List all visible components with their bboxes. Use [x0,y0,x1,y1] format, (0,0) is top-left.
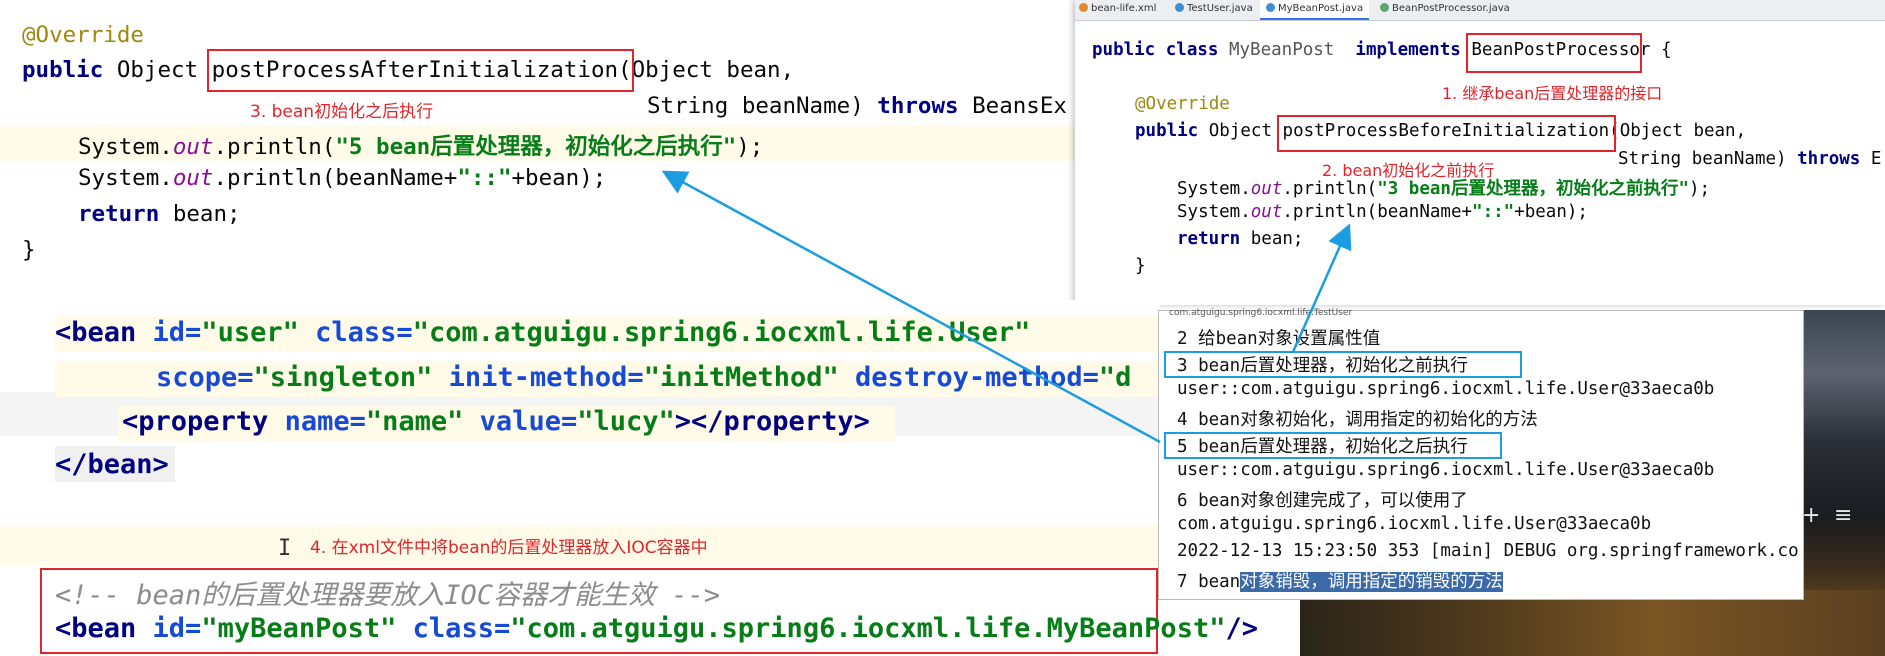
xml-file-icon [1079,3,1088,12]
text-cursor-icon: I [278,536,292,561]
tab-mybeanpost-java[interactable]: MyBeanPost.java [1260,0,1370,20]
java-class-icon [1266,3,1275,12]
java-editor-before: bean-life.xml TestUser.java MyBeanPost.j… [1075,0,1885,305]
xml-editor: <bean id="user" class="com.atguigu.sprin… [0,300,1258,656]
note-register-ioc: 4. 在xml文件中将bean的后置处理器放入IOC容器中 [310,538,708,558]
console-line: 7 bean对象销毁，调用指定的销毁的方法 [1177,572,1503,592]
xml-comment[interactable]: <!-- bean的后置处理器要放入IOC容器才能生效 --> [55,573,720,612]
code-line-println-1[interactable]: System.out.println("3 bean后置处理器，初始化之前执行"… [1177,175,1710,200]
editor-tab-bar: bean-life.xml TestUser.java MyBeanPost.j… [1075,0,1885,21]
interface-highlight-box [1466,33,1642,73]
method-declaration-cont: String beanName) throws BeansEx [647,93,1067,119]
before-init-highlight-box [1164,351,1522,378]
console-line: 6 bean对象创建完成了，可以使用了 [1177,491,1468,511]
method-name-highlight-box [1277,115,1616,152]
xml-line-bean-attrs[interactable]: scope="singleton" init-method="initMetho… [156,362,1131,393]
add-icon[interactable]: + [1802,503,1820,528]
console-line: com.atguigu.spring6.iocxml.life.User@33a… [1177,514,1652,534]
menu-icon[interactable]: ≡ [1834,503,1852,528]
console-line: user::com.atguigu.spring6.iocxml.life.Us… [1177,460,1715,480]
note-after-init: 3. bean初始化之后执行 [250,102,434,122]
xml-line-property[interactable]: <property name="name" value="lucy"></pro… [122,406,870,437]
tab-testuser-java[interactable]: TestUser.java [1175,3,1253,14]
java-editor-after: @Override public Object postProcessAfter… [0,0,1075,300]
method-declaration-cont: String beanName) throws E [1618,149,1882,169]
console-line: 4 bean对象初始化，调用指定的初始化的方法 [1177,410,1538,430]
console-line: user::com.atguigu.spring6.iocxml.life.Us… [1177,379,1715,399]
xml-line-bean-close[interactable]: </bean> [55,449,169,480]
console-title: com.atguigu.spring6.iocxml.life.TestUser [1169,308,1353,318]
after-init-highlight-box [1164,432,1502,459]
run-console[interactable]: com.atguigu.spring6.iocxml.life.TestUser… [1158,308,1804,600]
code-line-return[interactable]: return bean; [1177,229,1303,249]
xml-line-bean-mybeanpost[interactable]: <bean id="myBeanPost" class="com.atguigu… [55,613,1258,644]
closing-brace: } [1135,256,1146,276]
code-line-println-2[interactable]: System.out.println(beanName+"::"+bean); [1177,202,1588,222]
closing-brace: } [22,237,36,263]
interface-icon [1380,3,1389,12]
console-line: 2 给bean对象设置属性值 [1177,329,1381,349]
note-interface: 1. 继承bean后置处理器的接口 [1442,84,1663,103]
tab-beanpostprocessor-java[interactable]: BeanPostProcessor.java [1380,3,1510,14]
selected-text: 对象销毁，调用指定的销毁的方法 [1240,572,1503,592]
method-name-highlight-box [207,49,634,92]
code-line-return[interactable]: return bean; [78,201,241,227]
tab-bean-life-xml[interactable]: bean-life.xml [1079,3,1156,14]
java-class-icon [1175,3,1184,12]
override-annotation: @Override [22,22,144,48]
override-annotation: @Override [1135,94,1230,114]
code-line-println-1[interactable]: System.out.println("5 bean后置处理器，初始化之后执行"… [78,129,763,161]
console-line: 2022-12-13 15:23:50 353 [main] DEBUG org… [1177,541,1799,561]
xml-line-bean-user[interactable]: <bean id="user" class="com.atguigu.sprin… [55,317,1030,348]
code-line-println-2[interactable]: System.out.println(beanName+"::"+bean); [78,165,606,191]
